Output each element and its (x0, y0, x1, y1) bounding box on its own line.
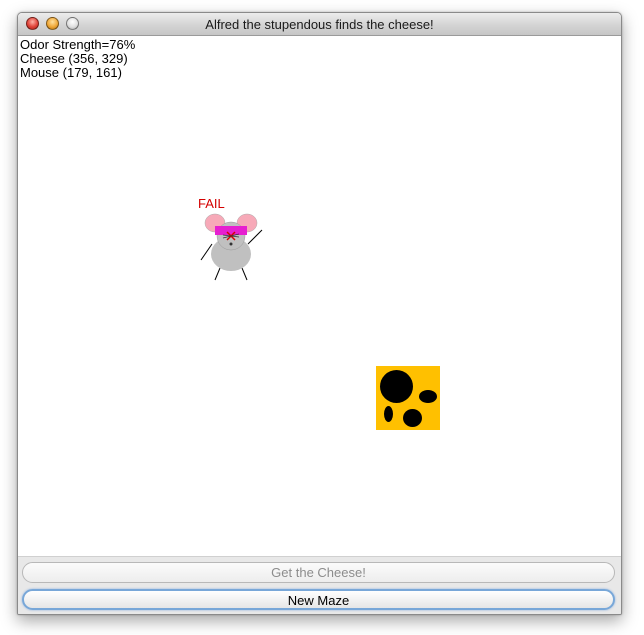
title-bar[interactable]: Alfred the stupendous finds the cheese! (18, 13, 621, 36)
cheese-hole (384, 406, 393, 422)
left-whisker (200, 243, 213, 261)
maze-canvas[interactable]: Odor Strength=76% Cheese (356, 329) Mous… (18, 36, 621, 556)
window-title: Alfred the stupendous finds the cheese! (205, 17, 434, 32)
right-whisker (247, 229, 263, 245)
right-leg (241, 267, 248, 281)
cheese-position-text: Cheese (356, 329) (20, 51, 128, 66)
new-maze-button[interactable]: New Maze (22, 589, 615, 610)
headband (215, 226, 247, 235)
left-leg (214, 267, 221, 281)
mouse-position-text: Mouse (179, 161) (20, 65, 122, 80)
fail-label: FAIL (198, 196, 225, 211)
cheese-block (376, 366, 440, 430)
cheese-hole (419, 390, 437, 403)
mouse-sprite: FAIL (198, 196, 263, 281)
get-cheese-button[interactable]: Get the Cheese! (22, 562, 615, 583)
mouse-nose (229, 242, 233, 246)
app-window: Alfred the stupendous finds the cheese! … (17, 12, 622, 615)
cheese-hole (380, 370, 413, 403)
odor-strength-text: Odor Strength=76% (20, 37, 136, 52)
cheese-hole (403, 409, 422, 427)
button-bar: Get the Cheese! New Maze (18, 556, 621, 614)
